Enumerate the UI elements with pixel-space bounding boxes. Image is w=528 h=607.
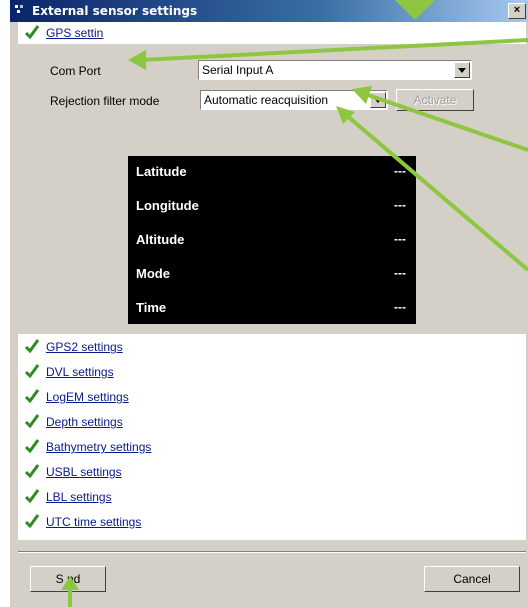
checkmark-icon <box>24 464 40 479</box>
gps2-settings-link[interactable]: GPS2 settings <box>46 340 123 354</box>
activate-button[interactable]: Activate <box>396 89 474 111</box>
footer-divider <box>18 551 526 553</box>
readout-row: Altitude --- <box>128 230 416 250</box>
list-item[interactable]: Bathymetry settings <box>18 436 526 458</box>
usbl-settings-link[interactable]: USBL settings <box>46 465 122 479</box>
checkmark-icon <box>24 489 40 504</box>
readout-row: Latitude --- <box>128 162 416 182</box>
window-title: External sensor settings <box>32 4 198 18</box>
list-item[interactable]: LogEM settings <box>18 386 526 408</box>
gps-settings-header[interactable]: GPS settin <box>18 22 526 44</box>
rejection-filter-label: Rejection filter mode <box>50 94 160 108</box>
gps-readout-panel: Latitude --- Longitude --- Altitude --- … <box>128 156 416 324</box>
checkmark-icon <box>24 414 40 429</box>
utc-time-settings-link[interactable]: UTC time settings <box>46 515 141 529</box>
readout-key: Latitude <box>136 164 187 179</box>
app-icon <box>15 5 23 13</box>
readout-value: --- <box>394 232 406 246</box>
rejection-filter-select[interactable]: Automatic reacquisition <box>200 90 388 110</box>
readout-key: Time <box>136 300 167 315</box>
depth-settings-link[interactable]: Depth settings <box>46 415 123 429</box>
send-button[interactable]: S nd <box>30 566 106 592</box>
list-item[interactable]: GPS2 settings <box>18 336 526 358</box>
checkmark-icon <box>24 389 40 404</box>
bathymetry-settings-link[interactable]: Bathymetry settings <box>46 440 151 454</box>
readout-value: --- <box>394 300 406 314</box>
list-item[interactable]: Depth settings <box>18 411 526 433</box>
list-item[interactable]: UTC time settings <box>18 511 526 533</box>
external-sensor-settings-window: External sensor settings × GPS settin Co… <box>10 0 528 607</box>
readout-key: Altitude <box>136 232 185 247</box>
readout-value: --- <box>394 164 406 178</box>
rejection-filter-value: Automatic reacquisition <box>204 93 329 107</box>
readout-key: Longitude <box>136 198 199 213</box>
checkmark-icon <box>24 514 40 529</box>
chevron-down-icon[interactable] <box>370 92 386 108</box>
gps-settings-link[interactable]: GPS settin <box>46 26 103 40</box>
list-item[interactable]: USBL settings <box>18 461 526 483</box>
list-item[interactable]: LBL settings <box>18 486 526 508</box>
sensor-sections-list: GPS2 settings DVL settings LogEM setting… <box>18 334 526 540</box>
chevron-down-icon[interactable] <box>454 62 470 78</box>
logem-settings-link[interactable]: LogEM settings <box>46 390 129 404</box>
dvl-settings-link[interactable]: DVL settings <box>46 365 114 379</box>
list-item[interactable]: DVL settings <box>18 361 526 383</box>
checkmark-icon <box>24 339 40 354</box>
com-port-select[interactable]: Serial Input A <box>198 60 472 80</box>
readout-row: Time --- <box>128 298 416 318</box>
checkmark-icon <box>24 25 40 40</box>
readout-key: Mode <box>136 266 170 281</box>
readout-row: Longitude --- <box>128 196 416 216</box>
close-button[interactable]: × <box>508 3 526 19</box>
checkmark-icon <box>24 364 40 379</box>
com-port-value: Serial Input A <box>202 63 274 77</box>
readout-value: --- <box>394 198 406 212</box>
cancel-button[interactable]: Cancel <box>424 566 520 592</box>
readout-value: --- <box>394 266 406 280</box>
title-bar[interactable]: External sensor settings × <box>10 0 528 22</box>
checkmark-icon <box>24 439 40 454</box>
readout-row: Mode --- <box>128 264 416 284</box>
com-port-label: Com Port <box>50 64 101 78</box>
lbl-settings-link[interactable]: LBL settings <box>46 490 112 504</box>
